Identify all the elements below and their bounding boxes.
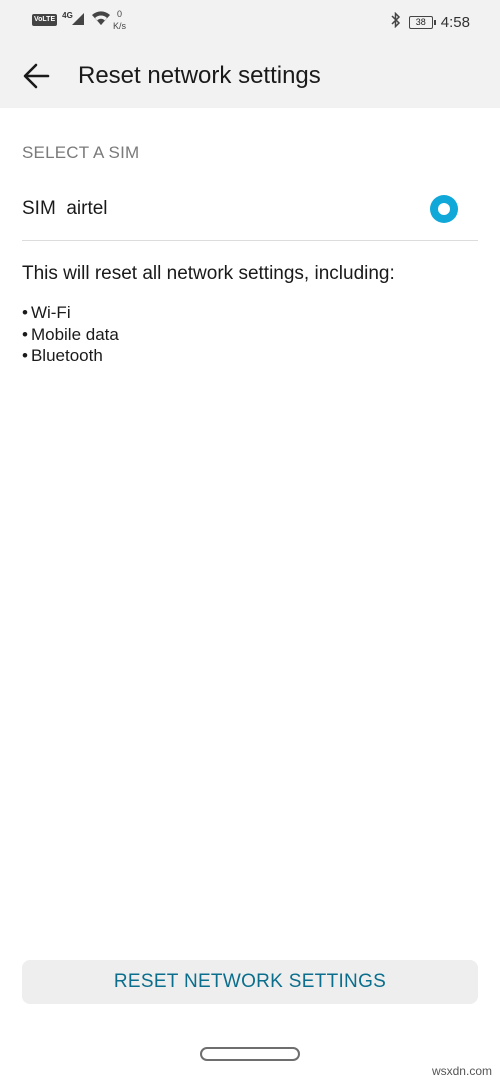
status-time: 4:58 (440, 14, 470, 31)
list-item-label: Mobile data (30, 324, 119, 344)
bluetooth-icon (391, 11, 401, 33)
radio-selected-icon[interactable] (430, 195, 458, 223)
network-speed: 0 K/s (113, 8, 126, 32)
home-gesture-bar[interactable] (200, 1047, 300, 1061)
status-bar: VoLTE 4G 0 K/s 38 4:58 (0, 0, 500, 44)
list-item: • Mobile data (22, 324, 119, 344)
list-item-label: Bluetooth (30, 346, 103, 365)
arrow-left-icon (18, 63, 58, 98)
volte-icon: VoLTE (32, 14, 58, 26)
list-item: • Bluetooth (22, 346, 103, 365)
speed-value: 0 (117, 9, 123, 19)
list-item: • Wi-Fi (22, 303, 71, 322)
app-bar: Reset network settings (0, 44, 500, 108)
reset-description: This will reset all network settings, in… (22, 263, 395, 284)
screen: VoLTE 4G 0 K/s 38 4:58 Reset network set… (0, 0, 500, 1083)
section-header-select-sim: SELECT A SIM (22, 143, 140, 162)
speed-unit: K/s (113, 21, 127, 31)
status-left-group: VoLTE 4G (32, 10, 111, 31)
watermark: wsxdn.com (431, 1064, 492, 1078)
page-title: Reset network settings (78, 62, 321, 89)
divider (22, 240, 478, 241)
battery-icon: 38 (408, 16, 436, 29)
status-right-group: 38 4:58 (391, 11, 470, 33)
reset-network-settings-button[interactable]: RESET NETWORK SETTINGS (22, 960, 478, 1004)
sim-label: SIM airtel (22, 198, 108, 219)
list-item-label: Wi-Fi (30, 303, 71, 322)
sim-option-airtel[interactable]: SIM airtel (0, 176, 500, 240)
signal-icon: 4G (62, 10, 86, 28)
back-button[interactable] (18, 58, 58, 94)
reset-items-list: • Wi-Fi • Mobile data • Bluetooth (22, 302, 119, 367)
wifi-icon (91, 10, 111, 31)
